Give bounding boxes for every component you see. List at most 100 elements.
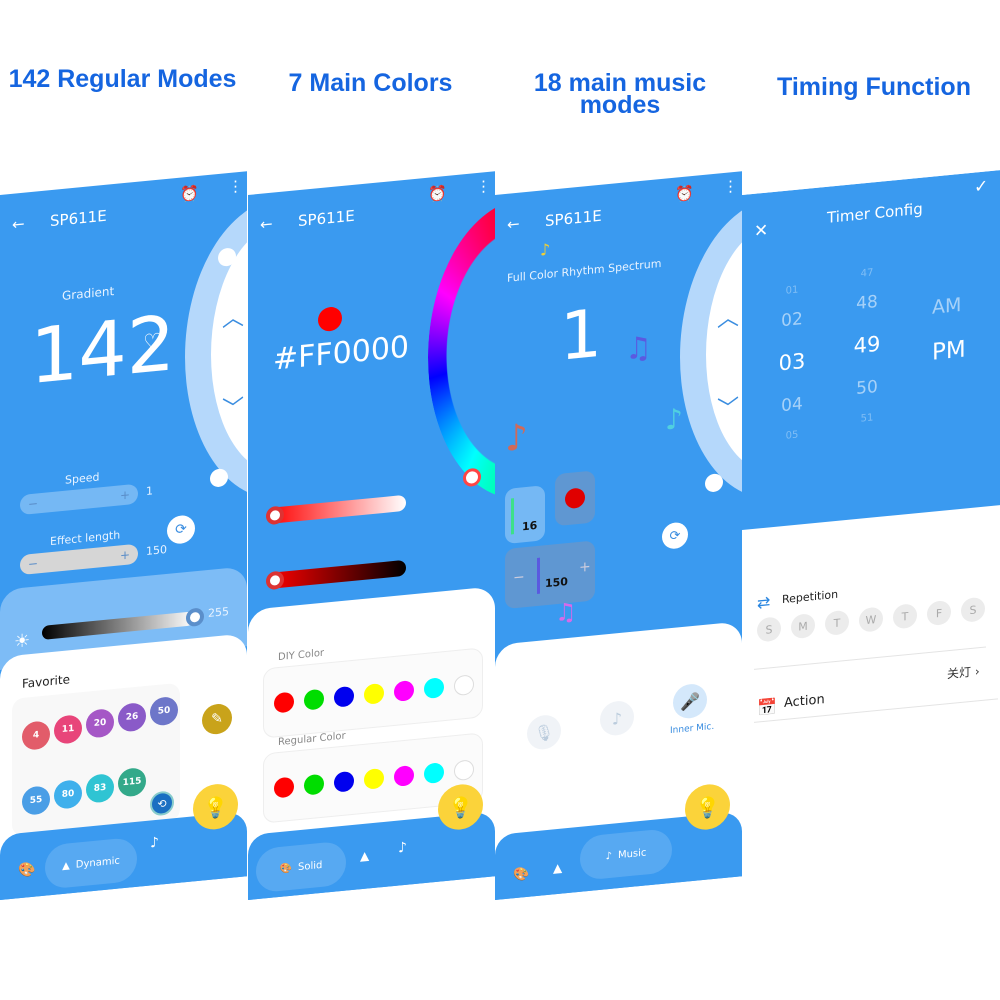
brightness-slider[interactable] bbox=[268, 559, 406, 590]
color-swatch[interactable] bbox=[304, 773, 324, 796]
action-value[interactable]: 关灯 › bbox=[947, 662, 980, 682]
level-bar bbox=[511, 498, 514, 535]
nav-music-icon[interactable]: ♪ bbox=[150, 835, 159, 852]
chevron-up-icon[interactable]: ︿ bbox=[717, 300, 739, 334]
music-note-icon: ♫ bbox=[555, 597, 577, 628]
chevron-down-icon[interactable]: ﹀ bbox=[717, 390, 739, 424]
am-option[interactable]: AM bbox=[932, 294, 961, 319]
dial-knob[interactable] bbox=[210, 468, 228, 488]
minus-button[interactable]: − bbox=[513, 569, 525, 586]
day-toggle[interactable]: S bbox=[961, 596, 985, 623]
day-toggle[interactable]: S bbox=[757, 616, 781, 643]
level-bar bbox=[537, 557, 540, 594]
color-swatch[interactable] bbox=[364, 767, 384, 790]
more-menu-icon[interactable]: ⋮ bbox=[476, 177, 491, 196]
mode-dial[interactable] bbox=[680, 188, 742, 508]
nav-dynamic-shapes-icon[interactable]: ▲ bbox=[360, 848, 369, 863]
effect-length-value: 150 bbox=[146, 542, 167, 558]
device-title: SP611E bbox=[298, 206, 355, 231]
effect-length-slider[interactable]: − + bbox=[20, 543, 138, 576]
nav-solid-palette-icon[interactable]: 🎨 bbox=[18, 862, 35, 880]
caption-timing: Timing Function bbox=[777, 73, 971, 101]
screen-dynamic: ← SP611E ⏰ ⋮ ︿ ﹀ Gradient 142 ♡ Speed − +… bbox=[0, 171, 247, 900]
brightness-value: 255 bbox=[208, 604, 229, 620]
chevron-down-icon[interactable]: ﹀ bbox=[222, 390, 244, 424]
mode-dial[interactable] bbox=[185, 188, 247, 508]
color-swatch[interactable] bbox=[454, 759, 474, 782]
alarm-icon[interactable]: ⏰ bbox=[180, 184, 199, 204]
screen-music: ← SP611E ⏰ ⋮ ︿ ﹀ ♪ Full Color Rhythm Spe… bbox=[495, 171, 742, 900]
back-arrow-icon[interactable]: ← bbox=[12, 215, 25, 234]
day-toggle[interactable]: F bbox=[927, 599, 951, 627]
day-toggle[interactable]: W bbox=[859, 606, 883, 633]
alarm-icon[interactable]: ⏰ bbox=[675, 184, 694, 204]
repeat-icon: ⇄ bbox=[757, 592, 771, 613]
music-note-icon: ♪ bbox=[540, 239, 551, 260]
action-label: Action bbox=[784, 692, 825, 711]
color-swatch[interactable] bbox=[424, 677, 444, 700]
shapes-icon: ▲ bbox=[62, 859, 70, 872]
more-menu-icon[interactable]: ⋮ bbox=[723, 177, 738, 196]
effect-length-label: Effect length bbox=[50, 528, 121, 549]
speed-value: 1 bbox=[146, 484, 153, 498]
day-toggle[interactable]: T bbox=[825, 609, 849, 637]
back-arrow-icon[interactable]: ← bbox=[260, 215, 273, 234]
color-wheel[interactable] bbox=[428, 189, 495, 508]
color-swatch[interactable] bbox=[334, 770, 354, 793]
color-swatch[interactable] bbox=[274, 691, 294, 714]
nav-music-icon[interactable]: ♪ bbox=[398, 840, 407, 857]
picker-option[interactable]: 03 bbox=[772, 348, 812, 376]
color-swatch[interactable] bbox=[394, 680, 414, 702]
more-menu-icon[interactable]: ⋮ bbox=[228, 177, 243, 196]
repetition-label: Repetition bbox=[782, 587, 839, 607]
refresh-icon[interactable]: ⟳ bbox=[167, 514, 195, 545]
sensitivity-box[interactable]: 16 bbox=[505, 485, 545, 545]
picker-option[interactable]: 02 bbox=[772, 308, 812, 332]
screen-solid: ← SP611E ⏰ ⋮ #FF0000 DIY Color Regular C… bbox=[248, 171, 495, 900]
hex-value: #FF0000 bbox=[273, 329, 409, 378]
day-toggle[interactable]: M bbox=[791, 612, 815, 640]
length-stepper[interactable]: − 150 + bbox=[505, 540, 595, 610]
mode-name: Gradient bbox=[62, 284, 115, 304]
close-icon[interactable]: ✕ bbox=[754, 220, 768, 241]
music-note-icon: ♪ bbox=[665, 401, 683, 437]
color-swatch[interactable] bbox=[394, 765, 414, 787]
picker-option[interactable]: 04 bbox=[772, 393, 812, 417]
color-swatch[interactable] bbox=[454, 674, 474, 697]
saturation-slider[interactable] bbox=[268, 494, 406, 525]
confirm-check-icon[interactable]: ✓ bbox=[974, 176, 988, 197]
color-swatch[interactable] bbox=[274, 776, 294, 799]
pm-option[interactable]: PM bbox=[932, 336, 966, 365]
chevron-up-icon[interactable]: ︿ bbox=[222, 300, 244, 334]
device-title: SP611E bbox=[545, 206, 602, 231]
mode-number: 1 bbox=[560, 294, 602, 376]
speed-slider[interactable]: − + bbox=[20, 483, 138, 516]
picker-option[interactable]: 49 bbox=[847, 331, 887, 359]
mode-name: Full Color Rhythm Spectrum bbox=[507, 256, 662, 285]
music-note-icon: ♪ bbox=[505, 416, 528, 461]
chevron-right-icon: › bbox=[974, 664, 980, 679]
plus-button[interactable]: + bbox=[579, 559, 591, 576]
sensitivity-value: 16 bbox=[522, 518, 538, 534]
heart-icon[interactable]: ♡ bbox=[143, 329, 163, 356]
dial-knob[interactable] bbox=[705, 473, 723, 493]
caption-music-modes: 18 main music modes bbox=[533, 69, 707, 119]
nav-solid-palette-icon[interactable]: 🎨 bbox=[513, 867, 529, 884]
back-arrow-icon[interactable]: ← bbox=[507, 215, 520, 234]
picker-option[interactable]: 50 bbox=[847, 376, 887, 400]
color-swatch[interactable] bbox=[304, 688, 324, 711]
record-button[interactable] bbox=[555, 470, 595, 527]
nav-dynamic-shapes-icon[interactable]: ▲ bbox=[553, 861, 562, 876]
sun-icon: ☀ bbox=[14, 630, 31, 653]
picker-option[interactable]: 48 bbox=[847, 291, 887, 315]
device-title: SP611E bbox=[50, 206, 107, 231]
day-toggle[interactable]: T bbox=[893, 603, 917, 630]
color-swatch[interactable] bbox=[334, 685, 354, 708]
current-color-dot bbox=[318, 305, 342, 333]
color-swatch[interactable] bbox=[424, 762, 444, 785]
caption-main-colors: 7 Main Colors bbox=[288, 69, 453, 97]
color-swatch[interactable] bbox=[364, 682, 384, 705]
alarm-icon[interactable]: ⏰ bbox=[428, 184, 447, 204]
refresh-icon[interactable]: ⟳ bbox=[662, 521, 688, 550]
speed-label: Speed bbox=[65, 470, 100, 487]
